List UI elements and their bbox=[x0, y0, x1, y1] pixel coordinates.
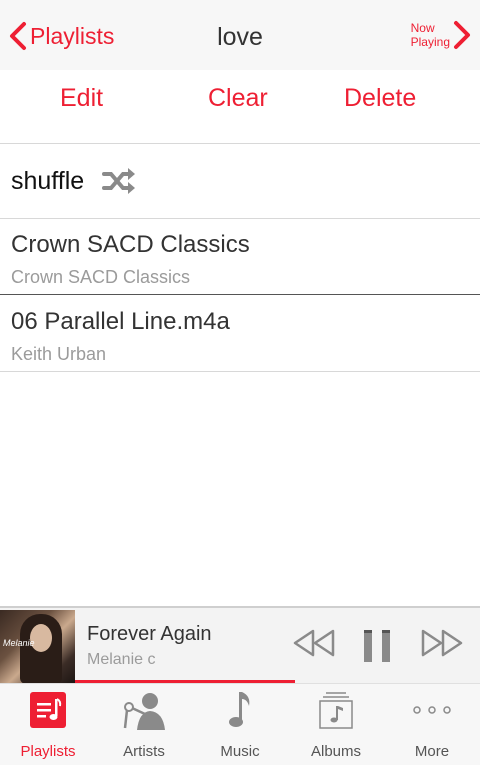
shuffle-label: shuffle bbox=[11, 166, 85, 195]
navigation-bar: Playlists love Now Playing bbox=[0, 0, 480, 70]
now-playing-title[interactable]: Forever Again bbox=[87, 623, 212, 646]
tab-icon-wrap bbox=[0, 690, 96, 730]
tab-artists[interactable]: Artists bbox=[96, 684, 192, 765]
tab-icon-wrap bbox=[384, 690, 480, 730]
tab-icon-wrap bbox=[96, 690, 192, 730]
track-title: 06 Parallel Line.m4a bbox=[11, 308, 230, 335]
now-playing-label: Now Playing bbox=[411, 21, 450, 49]
music-note-icon bbox=[229, 692, 250, 727]
tab-bar: Playlists Artists Music Albums More bbox=[0, 683, 480, 765]
tab-music[interactable]: Music bbox=[192, 684, 288, 765]
chevron-right-icon bbox=[454, 21, 470, 49]
now-playing-line1: Now bbox=[410, 21, 435, 35]
tab-label: Playlists bbox=[20, 743, 76, 760]
track-row[interactable]: Crown SACD Classics Crown SACD Classics bbox=[0, 219, 480, 295]
more-icon bbox=[413, 706, 451, 714]
track-subtitle: Crown SACD Classics bbox=[11, 267, 191, 287]
tab-icon-wrap bbox=[192, 690, 288, 730]
tab-label: Artists bbox=[123, 743, 165, 760]
delete-button[interactable]: Delete bbox=[344, 84, 416, 113]
page-title: love bbox=[217, 23, 263, 51]
tab-label: Albums bbox=[310, 743, 362, 760]
tab-playlists[interactable]: Playlists bbox=[0, 684, 96, 765]
edit-button[interactable]: Edit bbox=[60, 84, 103, 113]
track-row[interactable]: 06 Parallel Line.m4a Keith Urban bbox=[0, 296, 480, 372]
fast-forward-icon bbox=[421, 629, 463, 657]
track-subtitle: Keith Urban bbox=[11, 344, 107, 364]
tab-more[interactable]: More bbox=[384, 684, 480, 765]
now-playing-artist: Melanie c bbox=[87, 651, 156, 668]
album-art-text: Melanie bbox=[3, 638, 35, 648]
album-art[interactable]: Melanie bbox=[0, 610, 75, 683]
pause-button[interactable] bbox=[362, 628, 392, 664]
tab-label: Music bbox=[220, 743, 260, 760]
now-playing-line2: Playing bbox=[410, 35, 450, 49]
tab-label: More bbox=[414, 743, 450, 760]
tab-albums[interactable]: Albums bbox=[288, 684, 384, 765]
playlist-actions-bar: Edit Clear Delete bbox=[0, 70, 480, 144]
tab-icon-wrap bbox=[288, 690, 384, 730]
next-button[interactable] bbox=[421, 628, 463, 658]
track-title: Crown SACD Classics bbox=[11, 231, 250, 258]
artists-icon bbox=[123, 693, 165, 730]
clear-button[interactable]: Clear bbox=[208, 84, 268, 113]
mini-player: Melanie Forever Again Melanie c bbox=[0, 606, 480, 683]
previous-button[interactable] bbox=[293, 628, 335, 658]
now-playing-button[interactable]: Now Playing bbox=[411, 20, 472, 50]
shuffle-row[interactable]: shuffle bbox=[0, 144, 480, 219]
playlists-icon bbox=[30, 692, 66, 728]
pause-icon bbox=[364, 630, 390, 662]
shuffle-icon bbox=[102, 168, 136, 194]
albums-icon bbox=[319, 692, 353, 729]
rewind-icon bbox=[293, 629, 335, 657]
